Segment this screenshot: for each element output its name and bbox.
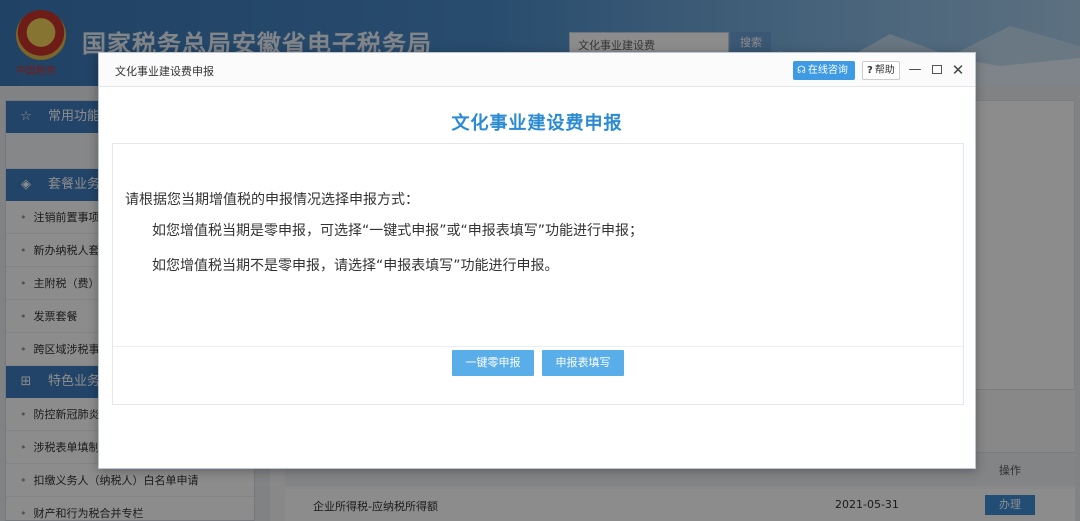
one-click-zero-declare-button[interactable]: 一键零申报 xyxy=(452,350,534,376)
dialog-window-title: 文化事业建设费申报 xyxy=(115,65,214,78)
close-icon[interactable]: ✕ xyxy=(950,61,966,79)
instruction-line-zero: 如您增值税当期是零申报，可选择“一键式申报”或“申报表填写”功能进行申报； xyxy=(152,223,644,239)
online-consult-button[interactable]: ☊ 在线咨询 xyxy=(793,61,855,80)
fill-declaration-form-button[interactable]: 申报表填写 xyxy=(542,350,624,376)
instruction-text: 请根据您当期增值税的申报情况选择申报方式： xyxy=(125,192,419,208)
consult-label: 在线咨询 xyxy=(807,65,848,76)
minimize-icon[interactable]: — xyxy=(907,61,923,79)
declaration-dialog: 文化事业建设费申报 ☊ 在线咨询 ? 帮助 — ✕ 文化事业建设费申报 请根据您当期… xyxy=(98,52,976,469)
question-icon: ? xyxy=(867,65,873,76)
dialog-heading: 文化事业建设费申报 xyxy=(451,113,623,134)
help-label: 帮助 xyxy=(874,65,895,76)
instruction-line-nonzero: 如您增值税当期不是零申报，请选择“申报表填写”功能进行申报。 xyxy=(152,258,559,274)
headset-icon: ☊ xyxy=(797,65,806,76)
maximize-icon[interactable] xyxy=(929,61,945,79)
divider xyxy=(113,346,963,347)
dialog-content: 请根据您当期增值税的申报情况选择申报方式： 如您增值税当期是零申报，可选择“一键… xyxy=(112,143,964,405)
help-button[interactable]: ? 帮助 xyxy=(862,61,900,80)
dialog-titlebar[interactable]: 文化事业建设费申报 ☊ 在线咨询 ? 帮助 — ✕ xyxy=(99,53,975,87)
